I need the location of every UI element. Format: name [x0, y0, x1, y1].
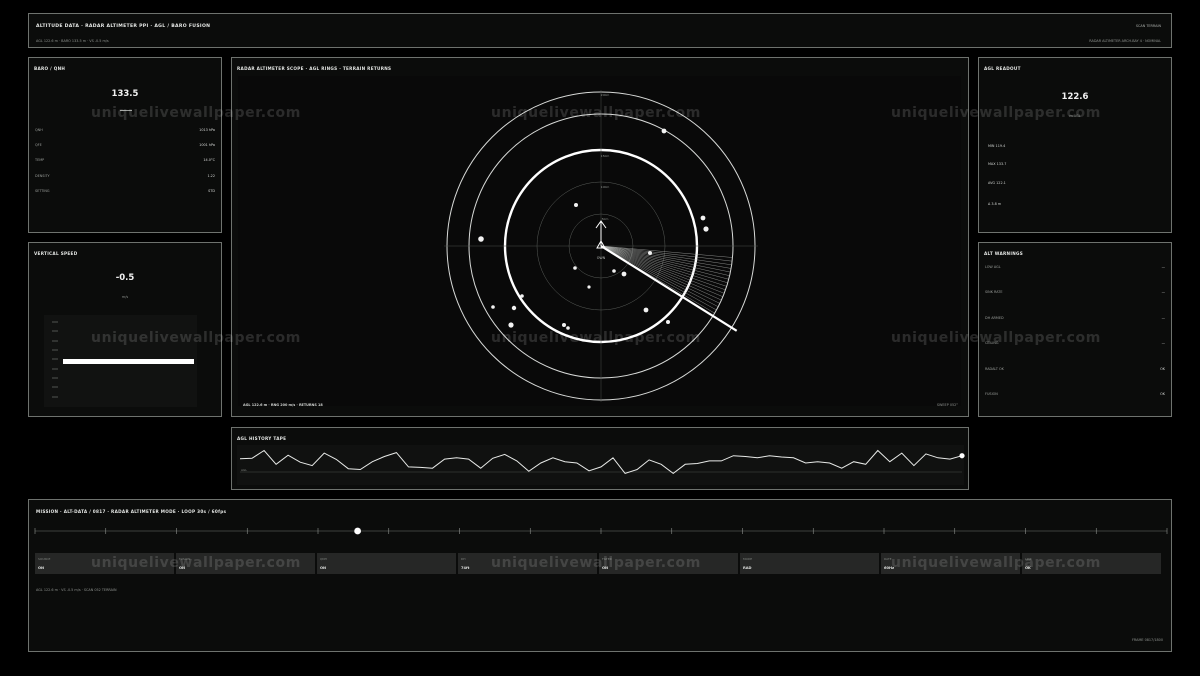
- terrain-return-dot: [666, 320, 670, 324]
- terrain-return-dot: [491, 305, 495, 309]
- baro-divider: [120, 110, 132, 111]
- agl-title: AGL READOUT: [984, 66, 1021, 71]
- radar-scope[interactable]: OWN 200m 150m 100m 50m: [232, 58, 970, 418]
- header-title: ALTITUDE DATA · RADAR ALTIMETER PPI · AG…: [36, 24, 211, 29]
- status-cell[interactable]: RATE 60Hz: [881, 553, 1020, 574]
- vs-tape: [44, 315, 197, 407]
- agl-stat: Δ 3.8 m: [988, 202, 1002, 206]
- status-cell[interactable]: DH 74ft: [458, 553, 597, 574]
- vs-unit: m/s: [121, 295, 129, 299]
- radar-sweep-line: [600, 245, 738, 332]
- terrain-return-dot: [511, 305, 517, 311]
- history-current-point: [959, 453, 965, 459]
- history-axis-label: AGL: [241, 468, 247, 472]
- warning-row[interactable]: FUSION OK: [985, 392, 1165, 398]
- agl-stat: AVG 122.1: [988, 181, 1006, 185]
- terrain-return-dot: [648, 251, 652, 255]
- baro-row: QNH 1013 hPa: [35, 128, 215, 132]
- header-subline: AGL 122.6 m · BARO 133.5 m · VS -0.5 m/s: [36, 39, 109, 43]
- radar-returns: [478, 128, 709, 330]
- terrain-return-dot: [700, 215, 706, 221]
- radar-ring-label: 200m: [601, 93, 610, 97]
- alt-warnings-panel: ALT WARNINGS LOW AGL — SINK RATE — DH ARME…: [978, 242, 1172, 417]
- vs-title: VERTICAL SPEED: [34, 251, 78, 256]
- baro-panel: BARO / QNH 133.5 QNH 1013 hPa QFE 1001 hPa…: [28, 57, 222, 233]
- terrain-return-dot: [478, 236, 484, 242]
- baro-title: BARO / QNH: [34, 66, 66, 71]
- vs-value: -0.5: [115, 273, 135, 283]
- header-status: RADAR ALTIMETER ARCH-BAY 4 · NOMINAL: [1089, 39, 1161, 43]
- baro-row: SETTING STD: [35, 189, 215, 193]
- radar-sweep-readout: SWEEP 052°: [936, 403, 958, 407]
- status-cell[interactable]: QNH ON: [317, 553, 456, 574]
- status-cell[interactable]: FUSION ON: [176, 553, 315, 574]
- mission-footnote: AGL 122.6 m · VS -0.5 m/s · SCAN 052 TER…: [36, 588, 117, 592]
- radar-center-label: OWN: [597, 256, 606, 260]
- terrain-return-dot: [566, 326, 570, 330]
- header-bar: ALTITUDE DATA · RADAR ALTIMETER PPI · AG…: [28, 13, 1172, 48]
- baro-value: 133.5: [111, 89, 139, 99]
- header-scan-label: SCAN TERRAIN: [1135, 24, 1161, 28]
- terrain-return-dot: [661, 128, 667, 134]
- baro-row: DENSITY 1.22: [35, 174, 215, 178]
- terrain-return-dot: [643, 307, 649, 313]
- status-cell[interactable]: SOURCE ON: [35, 553, 174, 574]
- vertical-speed-panel: VERTICAL SPEED -0.5 m/s: [28, 242, 222, 417]
- mission-title: MISSION · ALT-DATA / 0817 · RADAR ALTIME…: [36, 509, 227, 514]
- terrain-return-dot: [508, 322, 514, 328]
- agl-readout-panel: AGL READOUT 122.6 m AGL MIN 119.4 MAX 13…: [978, 57, 1172, 233]
- own-ship-icon: [595, 220, 607, 249]
- history-series-line: [239, 449, 963, 475]
- terrain-return-dot: [574, 203, 578, 207]
- baro-row: QFE 1001 hPa: [35, 143, 215, 147]
- terrain-return-dot: [562, 323, 566, 327]
- status-cell[interactable]: FILTER ON: [599, 553, 738, 574]
- radar-ring-label: 100m: [601, 185, 610, 189]
- warning-row[interactable]: DH ARMED —: [985, 316, 1165, 322]
- warning-row[interactable]: RADALT OK OK: [985, 367, 1165, 373]
- warning-row[interactable]: LOW AGL —: [985, 265, 1165, 271]
- agl-unit: m AGL: [1069, 114, 1081, 118]
- vs-level-bar: [63, 358, 194, 364]
- agl-history-panel: AGL HISTORY TAPE AGL: [231, 427, 969, 490]
- radar-ring-label: 150m: [601, 154, 610, 158]
- agl-stat: MAX 133.7: [988, 162, 1007, 166]
- terrain-return-dot: [520, 294, 524, 298]
- radar-ring-label: 50m: [602, 217, 609, 221]
- radar-sweep-fan: [600, 245, 733, 314]
- warning-row[interactable]: SINK RATE —: [985, 290, 1165, 296]
- mission-frame-counter: FRAME 0817/1800: [1131, 638, 1163, 642]
- warnings-title: ALT WARNINGS: [984, 251, 1024, 256]
- warning-row[interactable]: CEILING —: [985, 341, 1165, 347]
- timeline-playhead: [354, 527, 362, 535]
- status-cell[interactable]: LINK OK: [1022, 553, 1161, 574]
- history-chart: AGL: [239, 449, 965, 475]
- terrain-return-dot: [587, 285, 591, 289]
- terrain-return-dot: [621, 271, 627, 277]
- agl-value: 122.6: [1061, 92, 1089, 102]
- baro-row: TEMP 14.0°C: [35, 158, 215, 162]
- mission-timeline-panel: MISSION · ALT-DATA / 0817 · RADAR ALTIME…: [28, 499, 1172, 652]
- radar-panel: RADAR ALTIMETER SCOPE · AGL RINGS · TERR…: [231, 57, 969, 417]
- radar-footer-stats: AGL 122.6 m · RNG 200 m/s · RETURNS 18: [243, 403, 323, 407]
- terrain-return-dot: [703, 226, 709, 232]
- agl-stat: MIN 119.4: [988, 144, 1006, 148]
- terrain-return-dot: [573, 266, 577, 270]
- terrain-return-dot: [612, 269, 616, 273]
- timeline-scrubber[interactable]: [29, 521, 1173, 541]
- status-cell[interactable]: MODE RAD: [740, 553, 879, 574]
